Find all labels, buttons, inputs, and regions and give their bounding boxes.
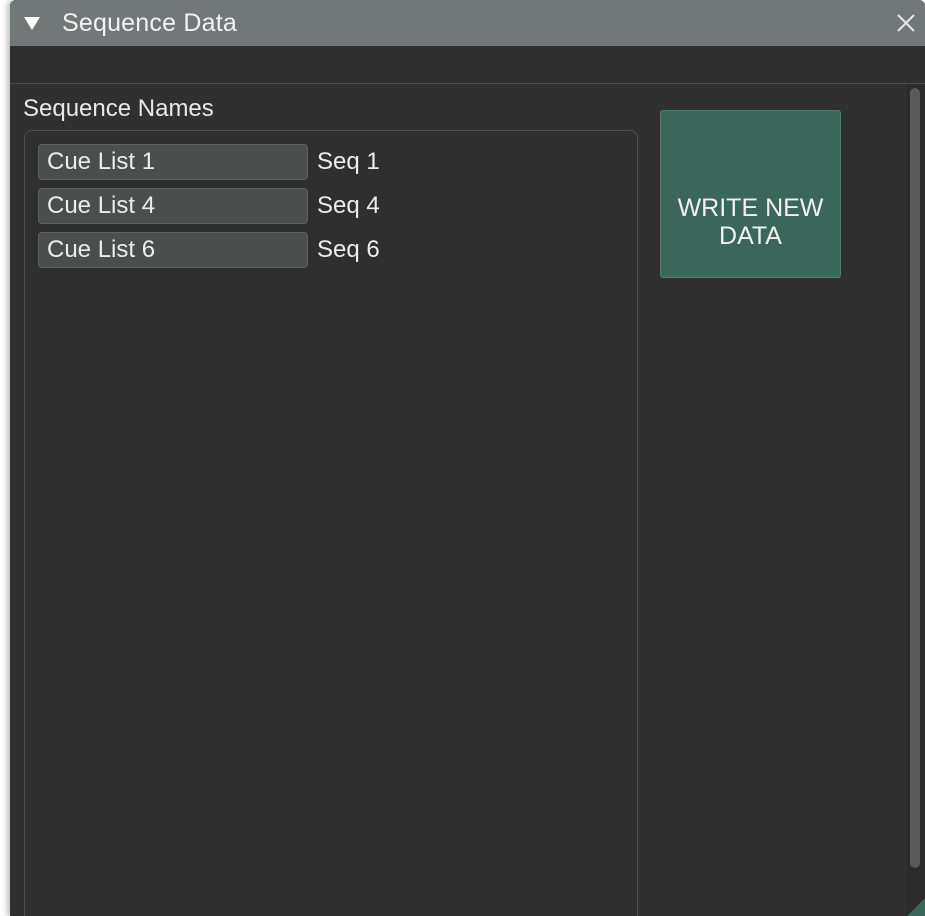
triangle-down-icon[interactable] bbox=[24, 17, 40, 30]
cue-list-name-field[interactable] bbox=[38, 188, 308, 224]
sequence-data-window: Sequence Data Sequence Names Seq 1 Seq 4… bbox=[10, 0, 925, 916]
sequence-names-label: Sequence Names bbox=[23, 95, 214, 122]
resize-grip-icon[interactable] bbox=[907, 898, 925, 916]
sequence-label: Seq 6 bbox=[317, 236, 380, 263]
window-titlebar[interactable]: Sequence Data bbox=[10, 0, 925, 46]
cue-list-name-field[interactable] bbox=[38, 144, 308, 180]
sequence-names-list: Seq 1 Seq 4 Seq 6 bbox=[24, 130, 638, 916]
sequence-label: Seq 1 bbox=[317, 148, 380, 175]
window-title: Sequence Data bbox=[62, 9, 237, 37]
list-item: Seq 6 bbox=[38, 232, 598, 268]
list-item: Seq 4 bbox=[38, 188, 598, 224]
close-icon[interactable] bbox=[895, 12, 917, 34]
menu-strip bbox=[10, 46, 925, 84]
list-item: Seq 1 bbox=[38, 144, 598, 180]
sequence-label: Seq 4 bbox=[317, 192, 380, 219]
cue-list-name-field[interactable] bbox=[38, 232, 308, 268]
write-new-data-button[interactable]: WRITE NEW DATA bbox=[660, 110, 841, 278]
scrollbar-thumb[interactable] bbox=[910, 88, 920, 868]
vertical-scrollbar[interactable] bbox=[906, 84, 925, 916]
